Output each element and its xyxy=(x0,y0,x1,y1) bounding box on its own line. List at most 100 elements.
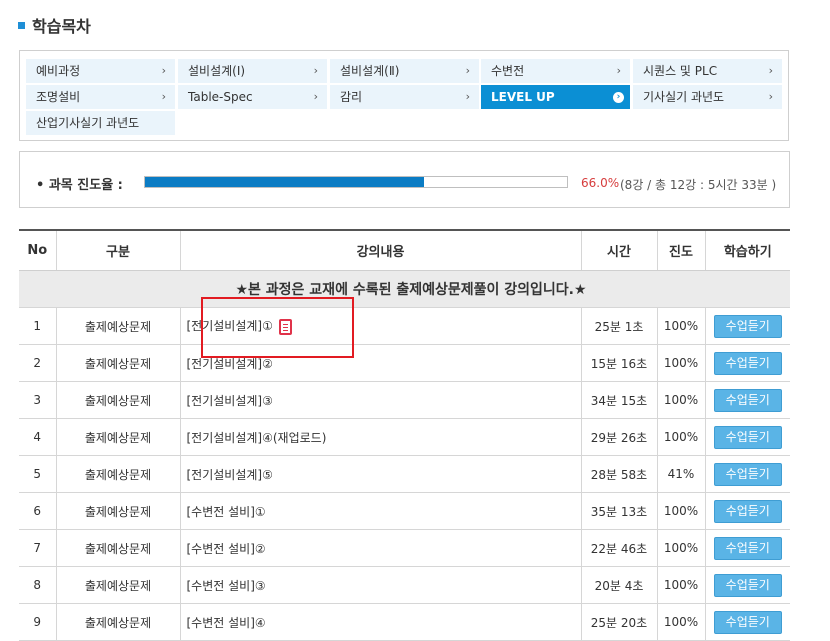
row-time: 25분 1초 xyxy=(580,307,657,345)
play-lecture-button[interactable]: 수업듣기 xyxy=(713,351,782,375)
table-row: 7 출제예상문제 [수변전 설비]② 22분 46초 100% 수업듣기 xyxy=(19,529,790,567)
chapter-label: 조명설비 xyxy=(36,90,81,104)
row-action: 수업듣기 xyxy=(704,492,790,530)
row-content-text: [수변전 설비]④ xyxy=(186,615,266,630)
chapter-item[interactable]: 설비설계(Ⅱ) › xyxy=(330,59,479,83)
chapter-item[interactable]: Table-Spec › xyxy=(178,85,327,109)
chapter-item[interactable]: 수변전 › xyxy=(481,59,630,83)
row-category: 출제예상문제 xyxy=(55,566,180,604)
row-category-text: 출제예상문제 xyxy=(84,430,152,445)
row-time-text: 25분 1초 xyxy=(594,319,644,334)
row-category-text: 출제예상문제 xyxy=(84,393,152,408)
chapter-item[interactable]: 설비설계(Ⅰ) › xyxy=(178,59,327,83)
row-no: 4 xyxy=(19,418,56,456)
header-category: 구분 xyxy=(55,229,180,271)
chapter-label: 설비설계(Ⅱ) xyxy=(340,64,400,78)
table-row: 3 출제예상문제 [전기설비설계]③ 34분 15초 100% 수업듣기 xyxy=(19,381,790,419)
row-content-text: [전기설비설계]⑤ xyxy=(186,467,273,482)
row-time-text: 35분 13초 xyxy=(590,504,648,519)
row-category-text: 출제예상문제 xyxy=(84,467,152,482)
row-progress-text: 100% xyxy=(663,319,699,333)
row-progress-text: 100% xyxy=(663,541,699,555)
row-category-text: 출제예상문제 xyxy=(84,356,152,371)
document-icon[interactable] xyxy=(278,318,292,335)
chapter-item[interactable]: LEVEL UP › xyxy=(481,85,630,109)
table-row: 8 출제예상문제 [수변전 설비]③ 20분 4초 100% 수업듣기 xyxy=(19,566,790,604)
row-no-text: 9 xyxy=(33,615,42,629)
chapter-label: LEVEL UP xyxy=(491,90,555,104)
row-content-text: [전기설비설계]② xyxy=(186,356,273,371)
chapter-item[interactable]: 예비과정 › xyxy=(26,59,175,83)
row-progress-text: 100% xyxy=(663,356,699,370)
row-time: 29분 26초 xyxy=(580,418,657,456)
row-category: 출제예상문제 xyxy=(55,381,180,419)
chapter-menu: 예비과정 › 설비설계(Ⅰ) › 설비설계(Ⅱ) › 수변전 › 시퀀스 및 PLC › 조명설비 ›… xyxy=(19,50,789,141)
chapter-label: Table-Spec xyxy=(188,90,253,104)
chapter-label: 산업기사실기 과년도 xyxy=(36,116,140,130)
row-content: [전기설비설계]⑤ xyxy=(179,455,581,493)
row-category: 출제예상문제 xyxy=(55,603,180,641)
chapter-item[interactable]: 기사실기 과년도 › xyxy=(633,85,782,109)
row-action: 수업듣기 xyxy=(704,603,790,641)
row-progress-text: 100% xyxy=(663,504,699,518)
play-lecture-button[interactable]: 수업듣기 xyxy=(713,462,782,486)
row-category: 출제예상문제 xyxy=(55,344,180,382)
row-content-text: [수변전 설비]③ xyxy=(186,578,266,593)
row-no: 6 xyxy=(19,492,56,530)
header-progress: 진도 xyxy=(656,229,705,271)
chapter-item[interactable]: 감리 › xyxy=(330,85,479,109)
row-content: [전기설비설계]④(재업로드) xyxy=(179,418,581,456)
chapter-label: 감리 xyxy=(340,90,363,104)
row-content: [수변전 설비]① xyxy=(179,492,581,530)
row-progress: 100% xyxy=(656,603,705,641)
row-action: 수업듣기 xyxy=(704,529,790,567)
row-time-text: 34분 15초 xyxy=(590,393,648,408)
table-row: 4 출제예상문제 [전기설비설계]④(재업로드) 29분 26초 100% 수업듣기 xyxy=(19,418,790,456)
row-action: 수업듣기 xyxy=(704,381,790,419)
chevron-right-icon: › xyxy=(161,90,166,103)
play-lecture-button[interactable]: 수업듣기 xyxy=(713,388,782,412)
row-progress: 100% xyxy=(656,418,705,456)
play-lecture-button[interactable]: 수업듣기 xyxy=(713,536,782,560)
chapter-item[interactable]: 조명설비 › xyxy=(26,85,175,109)
row-no-text: 1 xyxy=(33,319,42,333)
chevron-right-icon: › xyxy=(161,64,166,77)
row-time: 35분 13초 xyxy=(580,492,657,530)
row-no: 7 xyxy=(19,529,56,567)
row-category-text: 출제예상문제 xyxy=(84,615,152,630)
chapter-item[interactable]: 시퀀스 및 PLC › xyxy=(633,59,782,83)
row-time: 22분 46초 xyxy=(580,529,657,567)
chevron-right-icon: › xyxy=(768,90,773,103)
progress-detail: (8강 / 총 12강 : 5시간 33분 ) xyxy=(620,178,777,192)
play-lecture-button[interactable]: 수업듣기 xyxy=(713,573,782,597)
row-no-text: 5 xyxy=(33,467,42,481)
row-action: 수업듣기 xyxy=(704,307,790,345)
table-row: 5 출제예상문제 [전기설비설계]⑤ 28분 58초 41% 수업듣기 xyxy=(19,455,790,493)
play-lecture-button[interactable]: 수업듣기 xyxy=(713,314,782,338)
row-action: 수업듣기 xyxy=(704,566,790,604)
row-no: 9 xyxy=(19,603,56,641)
row-progress: 100% xyxy=(656,307,705,345)
row-progress-text: 41% xyxy=(667,467,695,481)
row-content: [수변전 설비]④ xyxy=(179,603,581,641)
play-lecture-button[interactable]: 수업듣기 xyxy=(713,499,782,523)
notice-row: ★본 과정은 교재에 수록된 출제예상문제풀이 강의입니다.★ xyxy=(19,270,790,308)
row-no-text: 6 xyxy=(33,504,42,518)
chevron-circle-right-icon: › xyxy=(613,92,624,103)
chevron-right-icon: › xyxy=(465,64,470,77)
row-category: 출제예상문제 xyxy=(55,307,180,345)
row-content: [전기설비설계]③ xyxy=(179,381,581,419)
progress-bar xyxy=(144,176,568,188)
lecture-table: No 구분 강의내용 시간 진도 학습하기 ★본 과정은 교재에 수록된 출제예… xyxy=(19,229,790,641)
row-content: [전기설비설계]② xyxy=(179,344,581,382)
page-header: 학습목차 xyxy=(18,13,91,37)
play-lecture-button[interactable]: 수업듣기 xyxy=(713,425,782,449)
row-progress: 100% xyxy=(656,566,705,604)
chapter-label: 기사실기 과년도 xyxy=(643,90,725,104)
chapter-item[interactable]: 산업기사실기 과년도 xyxy=(26,111,175,135)
row-time-text: 15분 16초 xyxy=(590,356,648,371)
chapter-label: 설비설계(Ⅰ) xyxy=(188,64,246,78)
row-category: 출제예상문제 xyxy=(55,529,180,567)
row-time-text: 25분 20초 xyxy=(590,615,648,630)
play-lecture-button[interactable]: 수업듣기 xyxy=(713,610,782,634)
